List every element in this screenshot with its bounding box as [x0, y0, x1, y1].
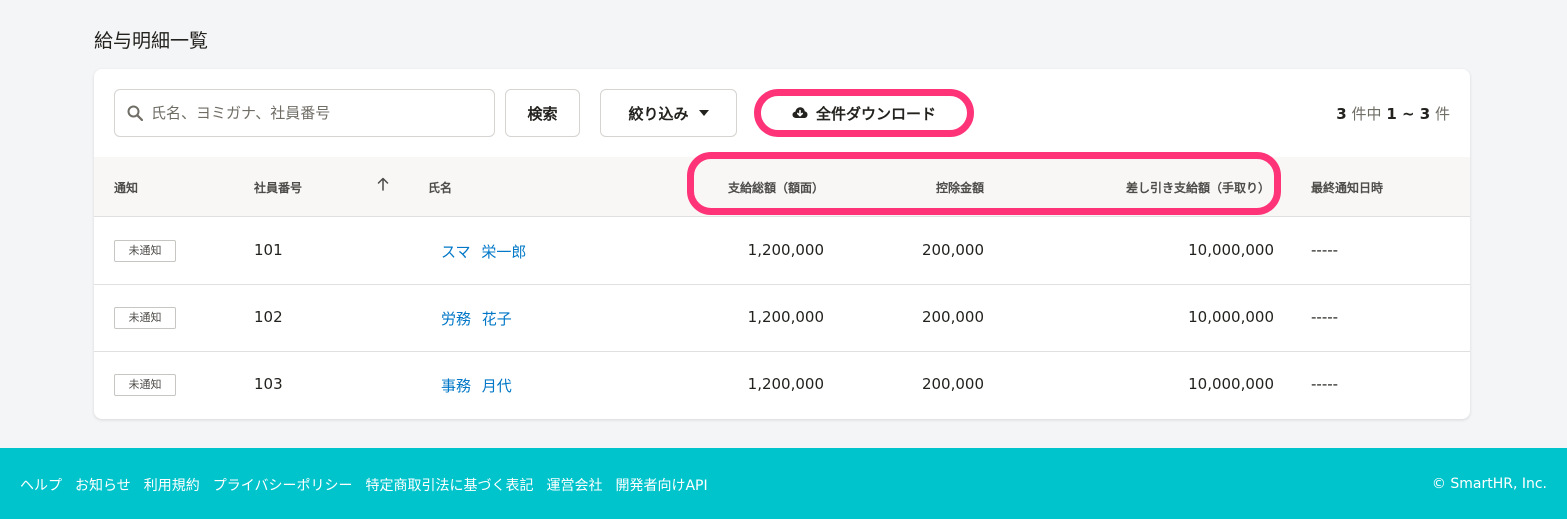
filter-button-label: 絞り込み	[628, 104, 689, 123]
employee-name-link[interactable]: スマ 栄一郎	[441, 241, 526, 262]
deduction-amount: 200,000	[921, 375, 984, 393]
footer: ヘルプ お知らせ 利用規約 プライバシーポリシー 特定商取引法に基づく表記 運営…	[0, 448, 1567, 519]
cloud-download-icon	[792, 107, 808, 118]
last-notified: -----	[1311, 375, 1339, 393]
search-field[interactable]	[114, 89, 495, 137]
gross-amount: 1,200,000	[747, 375, 824, 393]
footer-link-privacy[interactable]: プライバシーポリシー	[213, 475, 353, 495]
count-mid: 件中	[1351, 105, 1382, 123]
download-all-button[interactable]: 全件ダウンロード	[754, 89, 974, 137]
toolbar: 検索 絞り込み 全件ダウンロード 3 件中 1 ~ 3 件	[94, 69, 1470, 157]
status-badge: 未通知	[114, 307, 176, 329]
footer-link-commerce[interactable]: 特定商取引法に基づく表記	[365, 475, 533, 495]
search-icon	[127, 105, 143, 121]
deduction-amount: 200,000	[921, 308, 984, 326]
copyright: © SmartHR, Inc.	[1431, 476, 1547, 492]
gross-amount: 1,200,000	[747, 308, 824, 326]
employee-no: 101	[254, 241, 283, 259]
table-row: 未通知 101 スマ 栄一郎 1,200,000 200,000 10,000,…	[94, 218, 1470, 285]
header-notification: 通知	[114, 181, 139, 195]
count-total: 3	[1336, 105, 1347, 123]
footer-link-company[interactable]: 運営会社	[546, 475, 602, 495]
header-name: 氏名	[428, 181, 453, 195]
footer-link-api[interactable]: 開発者向けAPI	[615, 475, 707, 495]
employee-no: 102	[254, 308, 283, 326]
employee-name-link[interactable]: 事務 月代	[441, 375, 512, 396]
count-unit: 件	[1434, 105, 1450, 123]
header-employee-no[interactable]: 社員番号	[254, 179, 302, 196]
header-deduction: 控除金額	[935, 181, 984, 195]
search-button[interactable]: 検索	[505, 89, 580, 137]
net-amount: 10,000,000	[1188, 308, 1274, 326]
footer-link-terms[interactable]: 利用規約	[144, 475, 200, 495]
arrow-up-icon[interactable]	[377, 177, 389, 191]
net-amount: 10,000,000	[1188, 375, 1274, 393]
filter-button[interactable]: 絞り込み	[600, 89, 737, 137]
download-all-label: 全件ダウンロード	[815, 104, 936, 123]
header-gross: 支給総額（額面）	[727, 181, 824, 195]
table-row: 未通知 103 事務 月代 1,200,000 200,000 10,000,0…	[94, 352, 1470, 419]
status-badge: 未通知	[114, 374, 176, 396]
last-notified: -----	[1311, 241, 1339, 259]
table-row: 未通知 102 労務 花子 1,200,000 200,000 10,000,0…	[94, 285, 1470, 352]
page-title: 給与明細一覧	[94, 30, 209, 52]
table-header: 通知 社員番号 氏名 支給総額（額面） 控除金額 差し引き支給額（手取り） 最終…	[94, 157, 1470, 217]
status-badge: 未通知	[114, 240, 176, 262]
footer-link-help[interactable]: ヘルプ	[20, 475, 62, 495]
deduction-amount: 200,000	[921, 241, 984, 259]
net-amount: 10,000,000	[1188, 241, 1274, 259]
caret-down-icon	[698, 110, 709, 116]
search-input[interactable]	[151, 104, 481, 122]
payslip-list-card: 検索 絞り込み 全件ダウンロード 3 件中 1 ~ 3 件 通知 社員番号 氏名…	[94, 69, 1470, 419]
gross-amount: 1,200,000	[747, 241, 824, 259]
employee-name-link[interactable]: 労務 花子	[441, 308, 512, 329]
header-last-notified: 最終通知日時	[1311, 181, 1384, 195]
count-range: 1 ~ 3	[1386, 105, 1431, 123]
result-count: 3 件中 1 ~ 3 件	[1336, 103, 1450, 124]
last-notified: -----	[1311, 308, 1339, 326]
footer-links: ヘルプ お知らせ 利用規約 プライバシーポリシー 特定商取引法に基づく表記 運営…	[20, 475, 708, 495]
employee-no: 103	[254, 375, 283, 393]
footer-link-news[interactable]: お知らせ	[75, 475, 131, 495]
header-net: 差し引き支給額（手取り）	[1125, 181, 1270, 195]
